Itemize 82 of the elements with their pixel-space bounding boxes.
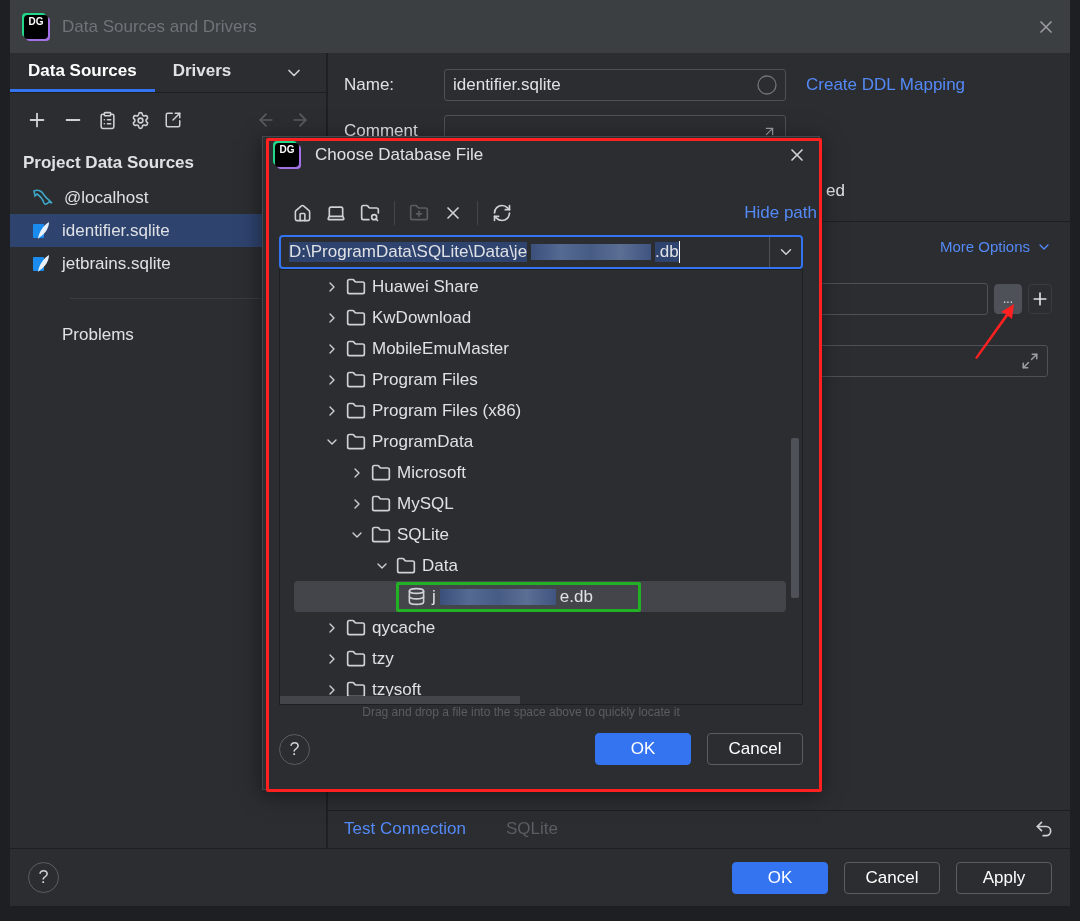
dolphin-icon	[32, 187, 54, 208]
partial-label: ed	[826, 181, 845, 201]
add-button[interactable]	[1028, 284, 1052, 314]
folder-icon	[346, 369, 366, 390]
tab[interactable]: Drivers	[154, 53, 250, 92]
folder-name: Program Files (x86)	[372, 400, 522, 421]
data-source-item[interactable]: @localhost	[10, 181, 326, 214]
folder-name: Huawei Share	[372, 276, 479, 297]
tree-item[interactable]: Program Files	[324, 364, 478, 395]
tree-item[interactable]: qycache	[324, 612, 436, 643]
file-name-end: e.db	[559, 586, 593, 607]
folder-name: tzysoft	[372, 679, 422, 700]
tree-item[interactable]: MobileEmuMaster	[324, 333, 509, 364]
desktop-icon[interactable]	[326, 203, 346, 223]
feather-database-icon	[32, 253, 52, 274]
tree-item[interactable]: SQLite	[349, 519, 449, 550]
tree-item[interactable]: MySQL	[349, 488, 454, 519]
browse-button[interactable]: ...	[994, 284, 1022, 314]
create-ddl-mapping-link[interactable]: Create DDL Mapping	[806, 75, 966, 95]
circle-icon	[757, 75, 777, 95]
folder-icon	[346, 400, 366, 421]
folder-icon	[346, 338, 366, 359]
folder-name: tzy	[372, 648, 394, 669]
undo-icon[interactable]	[1034, 818, 1054, 839]
test-connection-link[interactable]: Test Connection	[344, 818, 466, 839]
data-source-name: jetbrains.sqlite	[62, 253, 171, 274]
folder-icon	[346, 648, 366, 669]
tree-item[interactable]: Data	[374, 550, 458, 581]
dialog-title: Choose Database File	[315, 145, 484, 165]
folder-name: Microsoft	[397, 462, 466, 483]
folder-name: MobileEmuMaster	[372, 338, 509, 359]
folder-name: SQLite	[397, 524, 449, 545]
scrollbar-thumb[interactable]	[791, 438, 799, 598]
dialog-button[interactable]: Cancel	[707, 733, 803, 765]
data-source-name: identifier.sqlite	[62, 220, 170, 241]
folder-icon	[346, 617, 366, 638]
folder-icon	[346, 276, 366, 297]
file-name-start: j	[432, 586, 436, 607]
app-logo: DG	[24, 14, 48, 39]
open-external-icon[interactable]	[164, 111, 182, 129]
database-icon	[407, 587, 426, 606]
tree-item[interactable]: Program Files (x86)	[324, 395, 522, 426]
copy-icon[interactable]	[98, 110, 117, 130]
folder-icon	[396, 555, 416, 576]
section-title: Project Data Sources	[22, 152, 195, 174]
folder-name: Data	[422, 555, 458, 576]
dialog-button[interactable]: OK	[595, 733, 691, 765]
folder-icon	[346, 431, 366, 452]
help-button[interactable]: ?	[28, 862, 59, 893]
folder-name: MySQL	[397, 493, 454, 514]
refresh-icon[interactable]	[492, 203, 512, 223]
data-source-name: @localhost	[64, 187, 149, 208]
home-icon[interactable]	[293, 203, 312, 223]
project-folder-icon[interactable]	[360, 203, 380, 223]
window-title: Data Sources and Drivers	[62, 16, 257, 37]
name-label: Name:	[344, 75, 396, 95]
folder-name: Program Files	[372, 369, 478, 390]
folder-name: qycache	[372, 617, 436, 638]
tree-item[interactable]: ProgramData	[324, 426, 474, 457]
hide-path-link[interactable]: Hide path	[744, 203, 817, 223]
folder-icon	[371, 493, 391, 514]
feather-database-icon	[32, 220, 52, 241]
tree-item[interactable]: tzy	[324, 643, 394, 674]
dialog-button[interactable]: Apply	[956, 861, 1052, 894]
expand-icon[interactable]	[1021, 352, 1039, 370]
folder-name: ProgramData	[372, 431, 474, 452]
more-options-link[interactable]: More Options	[939, 238, 1030, 255]
dialog-button[interactable]: Cancel	[844, 861, 940, 894]
folder-icon	[371, 462, 391, 483]
settings-icon[interactable]	[131, 110, 150, 130]
dialog-button[interactable]: OK	[732, 861, 828, 894]
comment-label: Comment	[344, 121, 419, 141]
tree-item[interactable]: Microsoft	[349, 457, 466, 488]
app-logo: DG	[275, 143, 299, 167]
tree-item[interactable]: Huawei Share	[324, 271, 479, 302]
folder-icon	[371, 524, 391, 545]
tree-item[interactable]: KwDownload	[324, 302, 472, 333]
scrollbar-thumb[interactable]	[280, 696, 520, 704]
tab[interactable]: Data Sources	[10, 53, 155, 92]
folder-name: KwDownload	[372, 307, 472, 328]
folder-icon	[346, 307, 366, 328]
name-field[interactable]: identifier.sqlite	[444, 69, 786, 101]
